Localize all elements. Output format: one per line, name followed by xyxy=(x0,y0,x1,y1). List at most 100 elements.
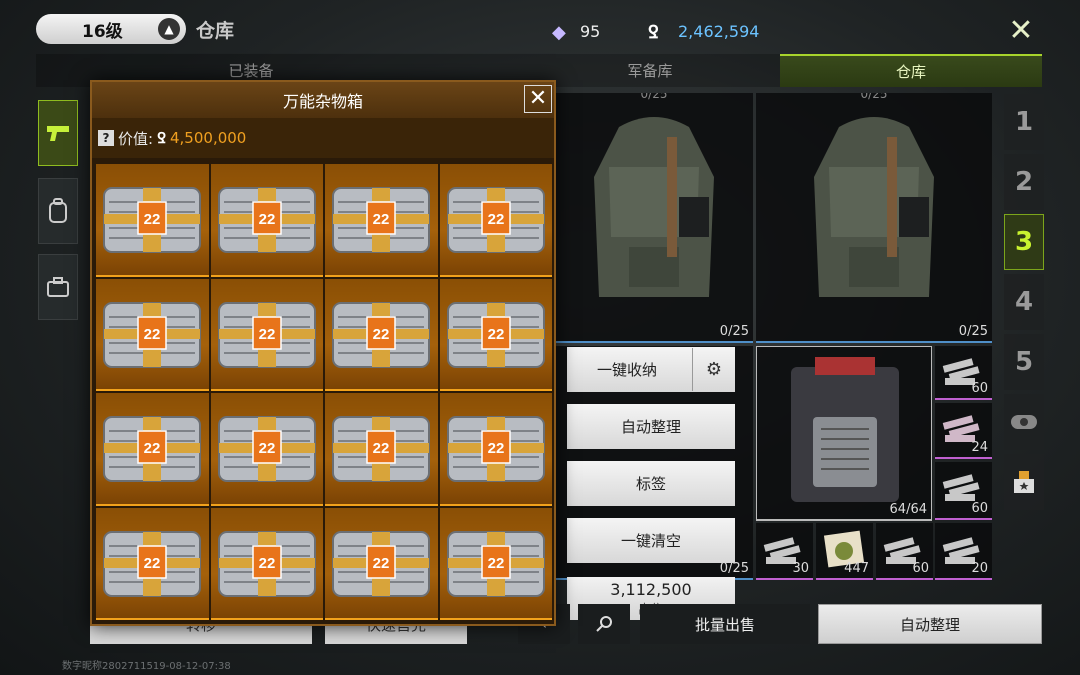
auto-sort-menu-button[interactable]: 自动整理 xyxy=(567,404,735,449)
supply-case-item[interactable]: 22 xyxy=(439,164,552,277)
storage-crate-image xyxy=(791,357,899,502)
help-icon[interactable]: ? xyxy=(98,130,114,146)
material-slot[interactable]: 447 xyxy=(816,523,873,580)
search-icon[interactable] xyxy=(578,604,630,644)
svg-text:22: 22 xyxy=(144,440,161,457)
svg-text:22: 22 xyxy=(373,440,390,457)
svg-text:22: 22 xyxy=(487,326,504,343)
supply-case-item[interactable]: 22 xyxy=(210,164,323,277)
supply-case-icon: 22 xyxy=(446,416,545,483)
supply-case-item[interactable]: 22 xyxy=(325,393,438,506)
slot-capacity: 0/25 xyxy=(958,324,988,339)
slot-capacity: 0/25 xyxy=(719,561,749,576)
svg-text:22: 22 xyxy=(258,211,275,228)
tag-button[interactable]: 标签 xyxy=(567,461,735,506)
svg-text:22: 22 xyxy=(373,555,390,572)
auto-sort-button[interactable]: 自动整理 xyxy=(818,604,1042,644)
supply-case-item[interactable]: 22 xyxy=(210,393,323,506)
svg-text:22: 22 xyxy=(258,555,275,572)
svg-text:22: 22 xyxy=(258,326,275,343)
supply-case-item[interactable]: 22 xyxy=(96,164,209,277)
backpack-icon[interactable] xyxy=(38,178,78,244)
tab-warehouse[interactable]: 仓库 xyxy=(780,54,1042,87)
ammo-slot-5[interactable]: 60 xyxy=(876,523,933,580)
case-icon[interactable] xyxy=(38,254,78,320)
supply-case-icon: 22 xyxy=(103,187,202,254)
gear-icon[interactable]: ⚙ xyxy=(692,348,735,391)
ammo-slot-3[interactable]: 60 xyxy=(935,462,992,520)
supply-case-item[interactable]: 22 xyxy=(325,507,438,620)
storage-page-5[interactable]: 5 xyxy=(1004,334,1044,390)
special-page-icon[interactable] xyxy=(1004,394,1044,450)
supply-case-item[interactable]: 22 xyxy=(96,507,209,620)
svg-text:22: 22 xyxy=(144,555,161,572)
supply-case-icon: 22 xyxy=(217,187,316,254)
level-up-icon[interactable]: ▲ xyxy=(158,18,180,40)
supply-case-icon: 22 xyxy=(217,301,316,368)
coin-count: 2,462,594 xyxy=(678,22,760,41)
supply-case-item[interactable]: 22 xyxy=(96,393,209,506)
backpack-image xyxy=(814,117,934,297)
supply-case-item[interactable]: 22 xyxy=(325,164,438,277)
supply-case-item[interactable]: 22 xyxy=(210,507,323,620)
svg-text:22: 22 xyxy=(144,211,161,228)
clear-all-button[interactable]: 一键清空 xyxy=(567,518,735,563)
supply-case-icon: 22 xyxy=(103,301,202,368)
slot-capacity-top: 0/25 xyxy=(640,93,668,101)
supply-case-icon: 22 xyxy=(332,301,431,368)
supply-case-item[interactable]: 22 xyxy=(439,507,552,620)
supply-case-item[interactable]: 22 xyxy=(439,278,552,391)
supply-case-item[interactable]: 22 xyxy=(210,278,323,391)
item-quantity: 60 xyxy=(971,501,988,516)
supply-case-icon: 22 xyxy=(446,301,545,368)
svg-text:22: 22 xyxy=(144,326,161,343)
bulk-sell-button[interactable]: 批量出售 xyxy=(640,604,810,644)
modal-header: 万能杂物箱 ✕ xyxy=(92,82,554,118)
modal-close-icon[interactable]: ✕ xyxy=(524,85,552,113)
supply-case-item[interactable]: 22 xyxy=(439,393,552,506)
supply-case-item[interactable]: 22 xyxy=(96,278,209,391)
user-id-watermark: 数字昵称2802711519-08-12-07:38 xyxy=(62,661,231,672)
svg-text:22: 22 xyxy=(258,440,275,457)
close-icon[interactable]: ✕ xyxy=(1006,16,1036,46)
supply-case-icon: 22 xyxy=(103,530,202,597)
backpack-slot-2[interactable]: 0/25 0/25 xyxy=(756,93,992,343)
slot-capacity-top: 0/25 xyxy=(860,93,888,101)
backpack-slot-1[interactable]: 0/25 0/25 xyxy=(555,93,753,343)
gem-count: 95 xyxy=(580,22,601,41)
storage-page-1[interactable]: 1 xyxy=(1004,94,1044,150)
supply-case-icon: 22 xyxy=(103,416,202,483)
crate-slot[interactable]: 64/64 xyxy=(756,346,932,521)
svg-text:22: 22 xyxy=(487,440,504,457)
gem-icon: ◆ xyxy=(552,22,566,43)
storage-page-2[interactable]: 2 xyxy=(1004,154,1044,210)
pistol-icon[interactable] xyxy=(38,100,78,166)
svg-text:22: 22 xyxy=(487,555,504,572)
slot-capacity: 0/25 xyxy=(719,324,749,339)
supply-case-icon: 22 xyxy=(217,416,316,483)
ammo-slot-2[interactable]: 24 xyxy=(935,403,992,459)
supply-case-icon: 22 xyxy=(217,530,316,597)
coin-icon: Ꝿ xyxy=(648,22,659,43)
ammo-slot-1[interactable]: 60 xyxy=(935,346,992,400)
value-row: ? 价值: Ꝿ 4,500,000 xyxy=(92,118,554,158)
level-text: 16级 xyxy=(82,21,123,42)
ammo-slot-6[interactable]: 20 xyxy=(935,523,992,580)
modal-title: 万能杂物箱 xyxy=(282,92,363,111)
supply-case-item[interactable]: 22 xyxy=(325,278,438,391)
svg-text:22: 22 xyxy=(373,211,390,228)
page-title: 仓库 xyxy=(196,20,235,42)
slot-capacity: 64/64 xyxy=(889,502,927,517)
svg-text:22: 22 xyxy=(373,326,390,343)
item-quantity: 20 xyxy=(971,561,988,576)
ammo-icon xyxy=(942,474,980,501)
item-quantity: 30 xyxy=(792,561,809,576)
supply-case-icon: 22 xyxy=(332,416,431,483)
storage-page-3[interactable]: 3 xyxy=(1004,214,1044,270)
backpack-image xyxy=(594,117,714,297)
item-quantity: 60 xyxy=(971,381,988,396)
storage-page-4[interactable]: 4 xyxy=(1004,274,1044,330)
favorite-box-icon[interactable] xyxy=(1004,454,1044,510)
ammo-slot-4[interactable]: 30 xyxy=(756,523,813,580)
supply-case-icon: 22 xyxy=(332,530,431,597)
